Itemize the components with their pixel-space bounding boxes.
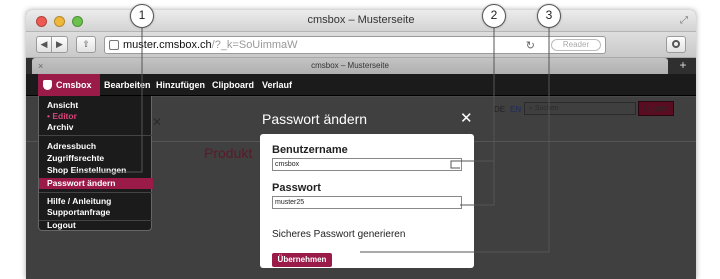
favicon-icon bbox=[109, 40, 119, 50]
username-label: Benutzername bbox=[272, 144, 348, 156]
share-button[interactable]: ⇧ bbox=[76, 36, 96, 53]
submit-button[interactable]: Übernehmen bbox=[272, 253, 332, 267]
callout-1: 1 bbox=[130, 4, 154, 28]
menu-circle-icon bbox=[672, 40, 680, 48]
new-tab-button[interactable]: + bbox=[674, 58, 692, 74]
cms-menu-bar: Cmsbox Bearbeiten Hinzufügen Clipboard V… bbox=[26, 74, 696, 96]
menu-item-editor[interactable]: • Editor bbox=[47, 111, 77, 121]
menu-bearbeiten[interactable]: Bearbeiten bbox=[104, 74, 151, 96]
reload-icon[interactable]: ↻ bbox=[526, 39, 535, 52]
tab-close-icon[interactable]: × bbox=[38, 58, 43, 74]
menu-item-ansicht[interactable]: Ansicht bbox=[47, 100, 78, 110]
modal-title: Passwort ändern bbox=[262, 111, 368, 127]
page-logout-button[interactable]: Logout bbox=[638, 101, 674, 116]
address-bar[interactable]: muster.cmsbox.ch/?_k=SoUimmaW ↻ Reader bbox=[104, 36, 606, 54]
menu-item-adressbuch[interactable]: Adressbuch bbox=[47, 141, 96, 151]
password-label: Passwort bbox=[272, 182, 321, 194]
cms-brand-label: Cmsbox bbox=[56, 80, 92, 90]
page-heading: Produkt bbox=[204, 145, 253, 161]
menu-item-hilfe[interactable]: Hilfe / Anleitung bbox=[47, 196, 111, 206]
browser-window: cmsbox – Musterseite ⤢ ◀ ▶ ⇧ muster.cmsb… bbox=[26, 10, 696, 279]
generate-password-link[interactable]: Sicheres Passwort generieren bbox=[272, 229, 405, 240]
tab-title: cmsbox – Musterseite bbox=[311, 61, 389, 70]
callout-3: 3 bbox=[537, 4, 561, 28]
forward-button[interactable]: ▶ bbox=[52, 36, 68, 53]
url-path: /?_k=SoUimmaW bbox=[211, 39, 298, 51]
background-close-icon: ✕ bbox=[152, 115, 163, 129]
tab-strip: × cmsbox – Musterseite + bbox=[26, 58, 696, 74]
lang-de-link[interactable]: DE bbox=[494, 105, 505, 114]
menu-clipboard[interactable]: Clipboard bbox=[212, 74, 254, 96]
url-host: muster.cmsbox.ch bbox=[123, 39, 212, 51]
username-field[interactable]: cmsbox bbox=[272, 158, 462, 171]
cms-brand-button[interactable]: Cmsbox bbox=[38, 74, 100, 96]
menu-item-shop-einstellungen[interactable]: Shop Einstellungen bbox=[47, 165, 126, 175]
menu-item-passwort-aendern[interactable]: Passwort ändern bbox=[47, 178, 116, 188]
menu-separator bbox=[39, 135, 153, 136]
shield-icon bbox=[43, 80, 52, 90]
menu-item-supportanfrage[interactable]: Supportanfrage bbox=[47, 207, 110, 217]
site-search-input[interactable]: ⌕ Suchen bbox=[524, 102, 636, 115]
title-bar: cmsbox – Musterseite ⤢ bbox=[26, 10, 696, 32]
menu-item-zugriffsrechte[interactable]: Zugriffsrechte bbox=[47, 153, 104, 163]
password-modal: Benutzername cmsbox Passwort muster25 Si… bbox=[260, 134, 474, 268]
menu-hinzufuegen[interactable]: Hinzufügen bbox=[156, 74, 205, 96]
close-icon[interactable]: ✕ bbox=[460, 109, 473, 127]
browser-menu-button[interactable] bbox=[666, 36, 686, 53]
cms-dropdown-menu: Ansicht • Editor Archiv Adressbuch Zugri… bbox=[38, 96, 153, 231]
lang-en-link[interactable]: EN bbox=[510, 105, 521, 114]
active-tab[interactable]: × cmsbox – Musterseite bbox=[32, 58, 668, 74]
url-text: muster.cmsbox.ch/?_k=SoUimmaW bbox=[123, 39, 298, 51]
back-button[interactable]: ◀ bbox=[36, 36, 52, 53]
menu-item-archiv[interactable]: Archiv bbox=[47, 122, 73, 132]
fullscreen-icon[interactable]: ⤢ bbox=[680, 15, 688, 26]
search-placeholder: Suchen bbox=[534, 105, 559, 112]
menu-item-logout[interactable]: Logout bbox=[47, 220, 76, 230]
callout-2: 2 bbox=[482, 4, 506, 28]
screenshot-stage: cmsbox – Musterseite ⤢ ◀ ▶ ⇧ muster.cmsb… bbox=[0, 0, 720, 279]
menu-separator bbox=[39, 192, 153, 193]
password-field[interactable]: muster25 bbox=[272, 196, 462, 209]
menu-verlauf[interactable]: Verlauf bbox=[262, 74, 292, 96]
browser-toolbar: ◀ ▶ ⇧ muster.cmsbox.ch/?_k=SoUimmaW ↻ Re… bbox=[26, 32, 696, 58]
reader-button[interactable]: Reader bbox=[551, 39, 601, 51]
window-title: cmsbox – Musterseite bbox=[307, 14, 415, 26]
